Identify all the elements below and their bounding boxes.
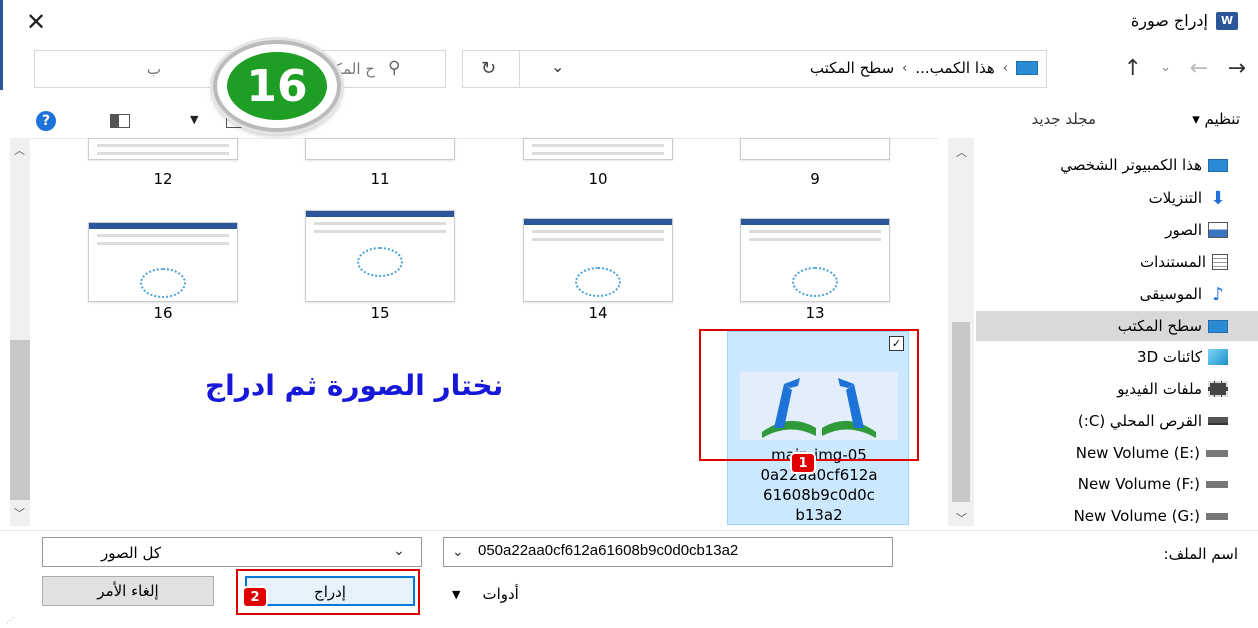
file-name-label: اسم الملف: <box>1163 545 1238 563</box>
file-name-value: 050a22aa0cf612a61608b9c0d0cb13a2 <box>478 542 739 559</box>
nav-item-local-disk-c[interactable]: القرص المحلي (C:) <box>976 406 1258 436</box>
file-type-filter-select[interactable]: كل الصور ⌄ <box>42 537 422 567</box>
nav-item-volume-e[interactable]: New Volume (E:) <box>976 438 1258 468</box>
3d-objects-icon <box>1208 349 1228 365</box>
help-icon[interactable]: ? <box>36 111 56 131</box>
music-icon: ♪ <box>1212 283 1224 305</box>
scroll-down-chevron-icon[interactable]: ﹀ <box>14 505 25 521</box>
window-title-group: W إدراج صورة <box>1131 11 1238 30</box>
window-title: إدراج صورة <box>1130 11 1208 30</box>
file-name-line: b13a2 <box>795 506 843 524</box>
breadcrumb-separator-icon: › <box>1002 60 1008 76</box>
pictures-icon <box>1208 222 1228 238</box>
nav-item-label: المستندات <box>1139 253 1206 271</box>
highlight-box-file <box>699 329 919 461</box>
nav-item-label: سطح المكتب <box>1117 317 1202 335</box>
title-bar: ✕ W إدراج صورة <box>0 0 1258 44</box>
nav-item-3d-objects[interactable]: كائنات 3D <box>976 342 1258 372</box>
scroll-down-chevron-icon[interactable]: ﹀ <box>956 510 967 526</box>
nav-item-label: القرص المحلي (C:) <box>1077 412 1202 430</box>
navigation-pane-scroll-thumb[interactable] <box>952 322 970 502</box>
nav-item-this-pc[interactable]: هذا الكمبيوتر الشخصي <box>976 150 1258 180</box>
back-arrow-icon[interactable]: ← <box>1190 56 1208 81</box>
pc-icon <box>1016 61 1038 75</box>
step-number-badge: 16 <box>213 40 341 132</box>
up-arrow-icon[interactable]: ↑ <box>1124 56 1142 81</box>
step-marker-1: 1 <box>792 454 814 472</box>
tools-dropdown-icon: ▼ <box>452 588 461 601</box>
local-disk-icon <box>1208 417 1228 425</box>
word-app-icon: W <box>1216 11 1238 30</box>
step-marker-2: 2 <box>244 588 266 606</box>
scroll-up-chevron-icon[interactable]: ︿ <box>14 142 25 158</box>
file-name-history-chevron-icon[interactable]: ⌄ <box>452 544 464 560</box>
file-label: 13 <box>805 304 825 322</box>
file-label: 16 <box>153 304 173 322</box>
nav-item-label: الموسيقى <box>1139 285 1202 303</box>
nav-item-videos[interactable]: ملفات الفيديو <box>976 374 1258 404</box>
nav-item-music[interactable]: ♪ الموسيقى <box>976 279 1258 309</box>
file-label: 10 <box>588 170 608 188</box>
tools-menu[interactable]: أدوات ▼ <box>452 585 519 605</box>
breadcrumb-this-pc[interactable]: هذا الكمب... <box>915 59 994 77</box>
nav-item-documents[interactable]: المستندات <box>976 247 1258 277</box>
file-label: 12 <box>153 170 173 188</box>
pc-icon <box>1208 158 1228 172</box>
step-number-text: 16 <box>227 52 327 120</box>
breadcrumb-desktop[interactable]: سطح المكتب <box>810 59 894 77</box>
downloads-icon: ⬇ <box>1210 187 1226 209</box>
drive-icon <box>1206 512 1228 520</box>
file-label: 15 <box>370 304 390 322</box>
nav-item-label: New Volume (G:) <box>1073 507 1200 525</box>
drive-icon <box>1206 480 1228 488</box>
nav-item-label: كائنات 3D <box>1137 348 1202 366</box>
file-label: 14 <box>588 304 608 322</box>
bottom-divider <box>0 530 1258 531</box>
search-icon: ⚲ <box>388 58 401 78</box>
tools-label: أدوات <box>482 585 519 603</box>
address-bar[interactable]: ↻ ⌄ › هذا الكمب... › سطح المكتب <box>462 50 1047 88</box>
nav-item-label: هذا الكمبيوتر الشخصي <box>1060 156 1202 174</box>
file-label: 9 <box>810 170 820 188</box>
resize-grip-icon[interactable]: ⋰ <box>6 616 15 625</box>
insert-picture-dialog: ✕ W إدراج صورة → ← ⌄ ↑ ↻ ⌄ › هذا الكمب..… <box>0 0 1258 628</box>
breadcrumb-separator-icon: › <box>902 60 908 76</box>
nav-item-label: الصور <box>1165 221 1202 239</box>
nav-item-volume-g[interactable]: New Volume (G:) <box>976 501 1258 531</box>
desktop-icon <box>1208 319 1228 333</box>
nav-item-desktop[interactable]: سطح المكتب <box>976 311 1258 341</box>
videos-icon <box>1208 381 1228 397</box>
close-icon[interactable]: ✕ <box>26 8 46 36</box>
nav-item-label: ملفات الفيديو <box>1117 380 1202 398</box>
forward-arrow-icon[interactable]: → <box>1228 56 1246 81</box>
breadcrumb: › هذا الكمب... › سطح المكتب <box>810 59 1038 77</box>
new-folder-button[interactable]: مجلد جديد <box>1031 110 1096 128</box>
nav-item-pictures[interactable]: الصور <box>976 215 1258 245</box>
drive-icon <box>1206 449 1228 457</box>
organize-menu[interactable]: تنظيم ▾ <box>1192 110 1240 128</box>
nav-item-volume-f[interactable]: New Volume (F:) <box>976 469 1258 499</box>
recent-locations-chevron-icon[interactable]: ⌄ <box>1160 60 1171 75</box>
view-options-dropdown-icon[interactable]: ▼ <box>190 113 198 126</box>
file-list-scroll-thumb[interactable] <box>10 340 30 500</box>
file-label: 11 <box>370 170 390 188</box>
nav-item-label: التنزيلات <box>1148 189 1202 207</box>
scroll-up-chevron-icon[interactable]: ︿ <box>956 144 967 160</box>
instruction-annotation: نختار الصورة ثم ادراج <box>205 369 504 402</box>
nav-item-label: New Volume (F:) <box>1077 475 1200 493</box>
nav-item-label: New Volume (E:) <box>1075 444 1200 462</box>
file-type-chevron-icon: ⌄ <box>393 543 405 559</box>
file-type-filter-value: كل الصور <box>100 544 161 562</box>
file-name-line: 61608b9c0d0c <box>763 486 875 504</box>
cancel-button[interactable]: إلغاء الأمر <box>42 576 214 606</box>
refresh-icon[interactable]: ↻ <box>481 58 496 79</box>
file-name-line: 0a22aa0cf612a <box>760 466 878 484</box>
nav-item-downloads[interactable]: ⬇ التنزيلات <box>976 183 1258 213</box>
documents-icon <box>1212 254 1228 270</box>
preview-pane-icon[interactable] <box>110 114 130 128</box>
address-divider <box>519 51 520 87</box>
search-placeholder-prefix: ب <box>146 60 161 78</box>
address-history-chevron-icon[interactable]: ⌄ <box>551 57 564 76</box>
